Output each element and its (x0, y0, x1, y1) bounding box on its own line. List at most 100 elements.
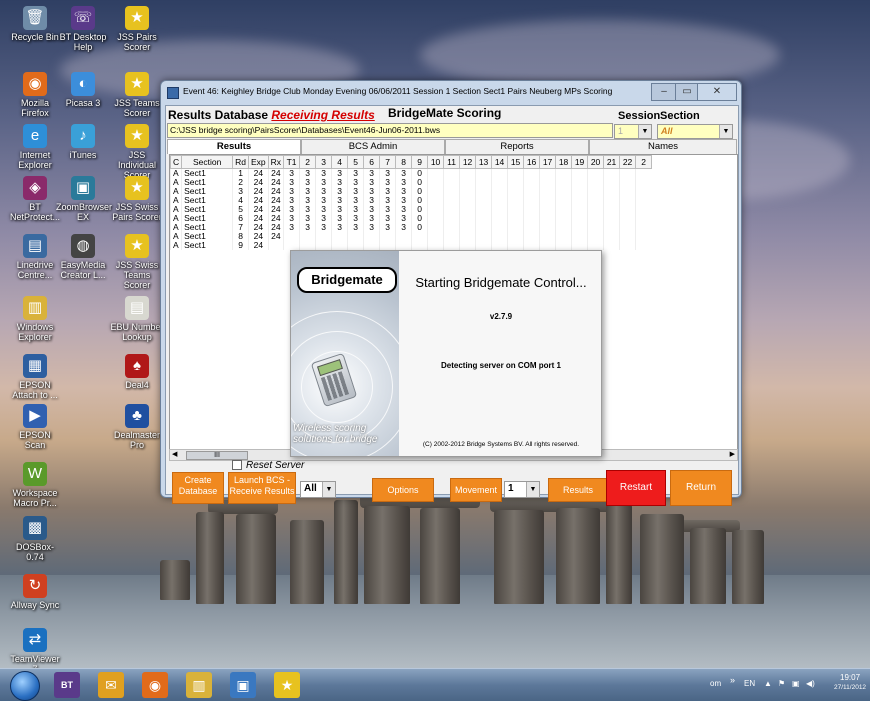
column-header[interactable]: 7 (379, 155, 397, 169)
column-header[interactable]: Rd (232, 155, 250, 169)
desktop-icon-jss-pairs-scorer[interactable]: ★ JSS Pairs Scorer (110, 6, 164, 52)
desktop-icon-epson-scan[interactable]: ▶ EPSON Scan (8, 404, 62, 450)
column-header[interactable]: 2 (299, 155, 317, 169)
tab-reports[interactable]: Reports (445, 139, 589, 154)
column-header[interactable]: 10 (427, 155, 445, 169)
column-header[interactable]: 15 (507, 155, 525, 169)
desktop-icon-mozilla-firefox[interactable]: ◉ Mozilla Firefox (8, 72, 62, 118)
column-header[interactable]: T1 (283, 155, 301, 169)
network-icon[interactable]: ▣ (792, 679, 800, 688)
all-select[interactable]: All ▼ (300, 481, 336, 498)
column-header[interactable]: Rx (267, 155, 285, 169)
explorer-icon[interactable]: ▥ (186, 672, 212, 698)
section-select[interactable]: All ▼ (657, 124, 733, 139)
desktop-icon-itunes[interactable]: ♪ iTunes (56, 124, 110, 160)
column-header[interactable]: 4 (331, 155, 349, 169)
start-button[interactable] (10, 671, 40, 701)
scroll-thumb[interactable]: III (186, 451, 248, 460)
desktop-icon-windows-explorer[interactable]: ▥ Windows Explorer (8, 296, 62, 342)
restart-button[interactable]: Restart (606, 470, 666, 506)
desktop-icon-dealmaster-pro[interactable]: ♣ Dealmaster Pro (110, 404, 164, 450)
tab-bcs-admin[interactable]: BCS Admin (301, 139, 445, 154)
bt-icon[interactable]: BT (54, 672, 80, 698)
table-row[interactable]: A Sect1 9 24 (170, 241, 652, 250)
column-header[interactable]: 6 (363, 155, 381, 169)
results-button[interactable]: Results (548, 478, 608, 502)
reset-server-checkbox[interactable]: Reset Server (232, 460, 304, 471)
session-select[interactable]: 1 ▼ (614, 124, 652, 139)
tray-clock[interactable]: 19:07 27/11/2012 (834, 673, 866, 693)
jss-icon[interactable]: ★ (274, 672, 300, 698)
desktop-icon-zoombrowser-ex[interactable]: ▣ ZoomBrowser EX (56, 176, 112, 222)
column-header[interactable]: 9 (411, 155, 429, 169)
column-header[interactable]: 16 (523, 155, 541, 169)
column-header[interactable]: 21 (603, 155, 621, 169)
desktop-icon-recycle-bin[interactable]: 🗑 Recycle Bin (8, 6, 62, 42)
tab-names[interactable]: Names (589, 139, 737, 154)
desktop-icon-picasa-3[interactable]: ◐ Picasa 3 (56, 72, 110, 108)
tray-arrow-icon[interactable]: ▲ (764, 679, 772, 688)
column-header[interactable]: 18 (555, 155, 573, 169)
desktop-icon-allway-sync[interactable]: ↻ Allway Sync (8, 574, 62, 610)
outlook-icon[interactable]: ✉ (98, 672, 124, 698)
movement-button[interactable]: Movement (450, 478, 502, 502)
close-icon[interactable]: ✕ (697, 83, 737, 101)
desktop-icon-jss-individual-scorer[interactable]: ★ JSS Individual Scorer (110, 124, 164, 180)
launch-bcs-button[interactable]: Launch BCS - Receive Results (228, 472, 296, 504)
desktop-icon-epson-attach-to[interactable]: ▦ EPSON Attach to ... (8, 354, 62, 400)
desktop-icon-linedrive-centre[interactable]: ▤ Linedrive Centre... (8, 234, 62, 280)
desktop-icon-easymedia-creator-l[interactable]: ◍ EasyMedia Creator L... (56, 234, 110, 280)
desktop-icon-teamviewer-7[interactable]: ⇄ TeamViewer 7 (8, 628, 62, 668)
desktop-icon-jss-swiss-pairs-scorer[interactable]: ★ JSS Swiss Pairs Scorer (110, 176, 164, 222)
column-header[interactable]: Exp (248, 155, 269, 169)
column-header[interactable]: 13 (475, 155, 493, 169)
tray-language[interactable]: EN (744, 679, 755, 688)
desktop-icon-internet-explorer[interactable]: e Internet Explorer (8, 124, 62, 170)
desktop-icon-bt-netprotect[interactable]: ◈ BT NetProtect... (8, 176, 62, 222)
column-header[interactable]: 20 (587, 155, 605, 169)
chevron-down-icon[interactable]: ▼ (526, 482, 539, 497)
column-header[interactable]: C (170, 155, 183, 169)
scroll-left-icon[interactable]: ◀ (172, 450, 177, 458)
flag-icon[interactable]: ⚑ (778, 679, 785, 688)
chevron-down-icon[interactable]: ▼ (719, 125, 732, 138)
chevron-down-icon[interactable]: ▼ (322, 482, 335, 497)
minimize-icon[interactable]: – (651, 83, 677, 101)
movement-select[interactable]: 1 ▼ (504, 481, 540, 498)
desktop-icon-dosbox-0-74[interactable]: ▩ DOSBox-0.74 (8, 516, 62, 562)
table-cell (459, 205, 476, 214)
desktop-icon-ebu-number-lookup[interactable]: ▤ EBU Number Lookup (110, 296, 164, 342)
scroll-right-icon[interactable]: ▶ (730, 450, 735, 458)
app-icon[interactable]: ▣ (230, 672, 256, 698)
chevron-down-icon[interactable]: ▼ (638, 125, 651, 138)
options-button[interactable]: Options (372, 478, 434, 502)
column-header[interactable]: 12 (459, 155, 477, 169)
desktop-icon-workspace-macro-pr[interactable]: W Workspace Macro Pr... (8, 462, 62, 508)
column-header[interactable]: 14 (491, 155, 509, 169)
desktop-icon-jss-swiss-teams-scorer[interactable]: ★ JSS Swiss Teams Scorer (110, 234, 164, 290)
create-database-button[interactable]: Create Database (172, 472, 224, 504)
column-header[interactable]: 17 (539, 155, 557, 169)
tray-expand-icon[interactable]: » (730, 675, 735, 685)
column-header[interactable]: 3 (315, 155, 333, 169)
firefox-icon[interactable]: ◉ (142, 672, 168, 698)
desktop-icon-deal4[interactable]: ♠ Deal4 (110, 354, 164, 390)
tray-user[interactable]: om (710, 679, 721, 688)
column-header[interactable]: 19 (571, 155, 589, 169)
database-path-field[interactable]: C:\JSS bridge scoring\PairsScorer\Databa… (167, 123, 613, 138)
table-cell (587, 168, 604, 178)
return-button[interactable]: Return (670, 470, 732, 506)
column-header[interactable]: 22 (619, 155, 637, 169)
desktop-icon-jss-teams-scorer[interactable]: ★ JSS Teams Scorer (110, 72, 164, 118)
column-header[interactable]: Section (181, 155, 234, 169)
title-bar[interactable]: Event 46: Keighley Bridge Club Monday Ev… (161, 81, 741, 103)
column-header[interactable]: 8 (395, 155, 413, 169)
checkbox-box[interactable] (232, 460, 242, 471)
column-header[interactable]: 2 (635, 155, 653, 169)
column-header[interactable]: 11 (443, 155, 461, 169)
volume-icon[interactable]: ◀) (806, 679, 815, 688)
column-header[interactable]: 5 (347, 155, 365, 169)
maximize-icon[interactable]: ▭ (675, 83, 699, 101)
tab-results[interactable]: Results (167, 139, 301, 154)
desktop-icon-bt-desktop-help[interactable]: ☏ BT Desktop Help (56, 6, 110, 52)
